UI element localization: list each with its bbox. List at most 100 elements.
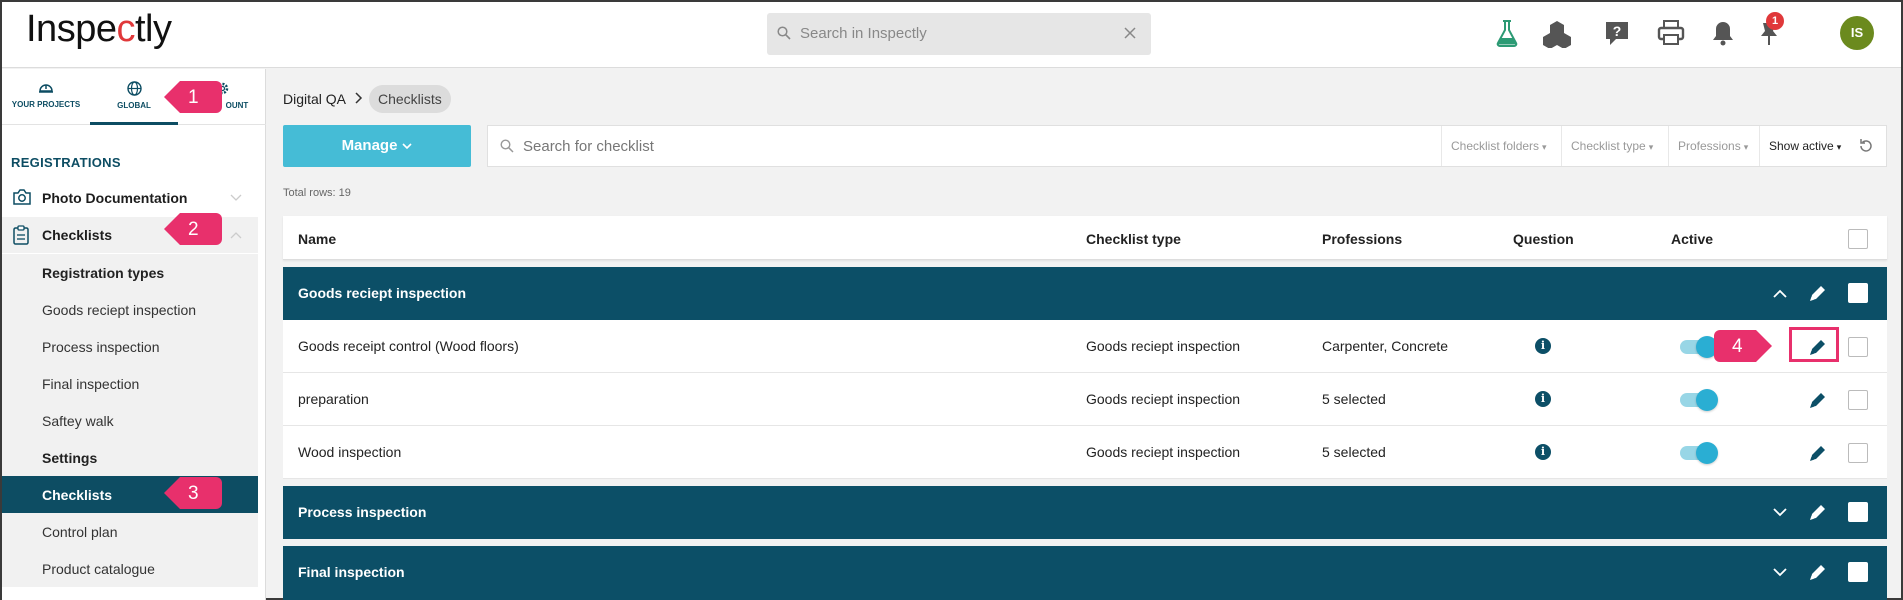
group-checkbox[interactable] (1848, 502, 1868, 522)
info-icon[interactable]: i (1535, 338, 1551, 354)
row-professions: Carpenter, Concrete (1322, 338, 1449, 354)
sidebar-subheading-settings: Settings (2, 439, 258, 476)
pencil-icon[interactable] (1808, 390, 1828, 410)
bell-icon[interactable] (1708, 18, 1738, 48)
global-search-placeholder: Search in Inspectly (800, 25, 927, 42)
filter-professions[interactable]: Professions ▾ (1668, 126, 1757, 166)
callout-1: 1 (162, 78, 224, 116)
clipboard-icon (13, 225, 29, 245)
tab-your-projects[interactable]: YOUR PROJECTS (2, 69, 90, 125)
info-icon[interactable]: i (1535, 444, 1551, 460)
column-professions[interactable]: Professions (1322, 231, 1402, 247)
active-toggle[interactable] (1680, 442, 1718, 464)
filter-checklist-folders[interactable]: Checklist folders ▾ (1441, 126, 1556, 166)
filter-show-active[interactable]: Show active ▾ (1759, 126, 1850, 166)
group-checkbox[interactable] (1848, 283, 1868, 303)
chevron-down-icon[interactable] (1773, 568, 1787, 577)
highlight-box (1789, 327, 1839, 362)
row-name: Wood inspection (298, 444, 402, 460)
row-name: preparation (298, 391, 369, 407)
manage-label: Manage (341, 137, 398, 154)
manage-button[interactable]: Manage (283, 125, 471, 167)
filter-label: Professions (1678, 139, 1741, 153)
active-toggle[interactable] (1680, 389, 1718, 411)
group-title: Final inspection (298, 564, 405, 580)
filter-label: Checklist type (1571, 139, 1646, 153)
row-checkbox[interactable] (1848, 337, 1868, 357)
sidebar-subitem-goods-reciept-inspection[interactable]: Goods reciept inspection (2, 291, 258, 328)
chevron-up-icon[interactable] (1773, 289, 1787, 298)
row-professions: 5 selected (1322, 391, 1386, 407)
chevron-up-icon[interactable] (230, 231, 242, 239)
checklist-search-input[interactable]: Search for checklist Checklist folders ▾ … (487, 125, 1887, 167)
sidebar-subitem-process-inspection[interactable]: Process inspection (2, 328, 258, 365)
table-row[interactable]: Goods receipt control (Wood floors) Good… (283, 320, 1887, 373)
row-professions: 5 selected (1322, 444, 1386, 460)
checklist-search-placeholder: Search for checklist (523, 138, 654, 155)
sidebar-subheading-registration-types: Registration types (2, 254, 258, 291)
group-process-inspection[interactable]: Process inspection (283, 486, 1887, 539)
sidebar: YOUR PROJECTS GLOBAL OUNT REGISTRATIONS … (2, 69, 266, 600)
sidebar-subitem-product-catalogue[interactable]: Product catalogue (2, 550, 258, 587)
callout-number: 3 (188, 483, 199, 504)
cubes-icon[interactable] (1542, 18, 1572, 48)
sidebar-sub-label: Saftey walk (42, 413, 114, 429)
row-checkbox[interactable] (1848, 443, 1868, 463)
group-title: Process inspection (298, 504, 427, 520)
group-title: Goods reciept inspection (298, 285, 467, 301)
row-name: Goods receipt control (Wood floors) (298, 338, 519, 354)
chevron-down-icon[interactable] (1773, 508, 1787, 517)
top-header: Inspectly Search in Inspectly ? 1 IS (2, 2, 1901, 68)
sidebar-sub-label: Registration types (42, 265, 165, 281)
row-type: Goods reciept inspection (1086, 338, 1241, 354)
column-active[interactable]: Active (1671, 231, 1713, 247)
group-checkbox[interactable] (1848, 562, 1868, 582)
pencil-icon[interactable] (1808, 443, 1828, 463)
reset-icon[interactable] (1858, 138, 1874, 154)
sidebar-sub-label: Checklists (42, 487, 113, 503)
sidebar-subitem-saftey-walk[interactable]: Saftey walk (2, 402, 258, 439)
search-icon (777, 26, 791, 40)
sidebar-subitem-final-inspection[interactable]: Final inspection (2, 365, 258, 402)
sidebar-item-label: Checklists (42, 227, 113, 243)
column-checklist-type[interactable]: Checklist type (1086, 231, 1181, 247)
column-question[interactable]: Question (1513, 231, 1574, 247)
pencil-icon[interactable] (1808, 562, 1828, 582)
global-search-input[interactable]: Search in Inspectly (767, 13, 1151, 55)
callout-4: 4 (1712, 327, 1774, 365)
chevron-down-icon (402, 142, 412, 149)
close-icon[interactable] (1123, 26, 1137, 40)
pencil-icon[interactable] (1808, 283, 1828, 303)
flask-icon[interactable] (1492, 18, 1522, 48)
helmet-icon (39, 84, 53, 93)
help-icon[interactable]: ? (1602, 18, 1632, 48)
info-icon[interactable]: i (1535, 391, 1551, 407)
callout-number: 2 (188, 219, 199, 240)
table-row[interactable]: preparation Goods reciept inspection 5 s… (283, 373, 1887, 426)
caret-down-icon: ▾ (1542, 142, 1547, 152)
pencil-icon[interactable] (1808, 502, 1828, 522)
filter-checklist-type[interactable]: Checklist type ▾ (1561, 126, 1662, 166)
printer-icon[interactable] (1656, 18, 1686, 48)
sidebar-subitem-control-plan[interactable]: Control plan (2, 513, 258, 550)
breadcrumb-parent[interactable]: Digital QA (283, 91, 346, 107)
breadcrumb-current: Checklists (369, 85, 451, 113)
filter-label: Show active (1769, 139, 1834, 153)
section-title-registrations: REGISTRATIONS (11, 155, 121, 170)
sidebar-sub-label: Control plan (42, 524, 118, 540)
table-row[interactable]: Wood inspection Goods reciept inspection… (283, 426, 1887, 479)
sidebar-tabs: YOUR PROJECTS GLOBAL OUNT (2, 69, 266, 125)
group-goods-reciept-inspection[interactable]: Goods reciept inspection (283, 267, 1887, 320)
sidebar-sub-label: Goods reciept inspection (42, 302, 197, 318)
app-logo[interactable]: Inspectly (26, 8, 172, 51)
group-final-inspection[interactable]: Final inspection (283, 546, 1887, 600)
user-avatar[interactable]: IS (1840, 16, 1874, 50)
camera-icon (13, 189, 31, 205)
active-toggle[interactable] (1680, 336, 1718, 358)
row-checkbox[interactable] (1848, 390, 1868, 410)
chevron-down-icon[interactable] (230, 194, 242, 202)
callout-number: 1 (188, 87, 199, 108)
select-all-checkbox[interactable] (1848, 229, 1868, 249)
notification-badge: 1 (1766, 12, 1784, 30)
column-name[interactable]: Name (298, 231, 336, 247)
